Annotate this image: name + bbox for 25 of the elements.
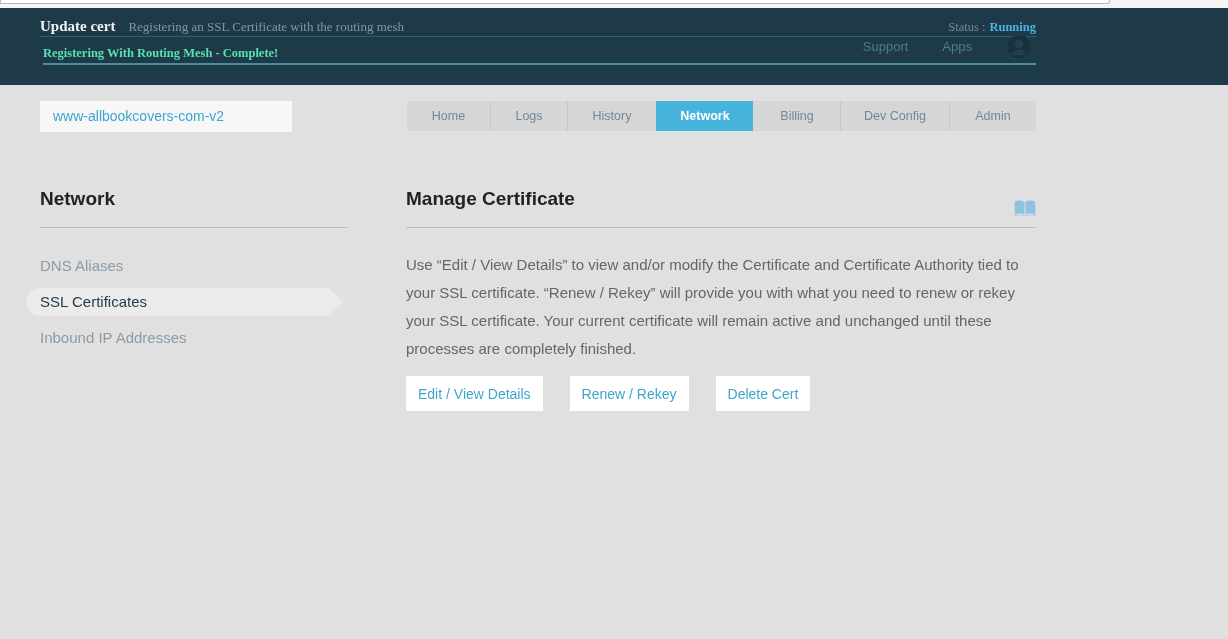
avatar-icon[interactable] [1006,34,1032,60]
nav-link[interactable]: Support [862,39,909,55]
status-label: Status : [948,20,986,35]
section-heading: Manage Certificate [406,187,575,211]
sidebar-item[interactable]: Inbound IP Addresses [26,324,343,352]
action-button[interactable]: Delete Cert [715,376,811,411]
tab[interactable]: Admin [949,101,1036,131]
tab[interactable]: Logs [490,101,567,131]
tab[interactable]: Billing [753,101,840,131]
sidebar-item[interactable]: SSL Certificates [26,288,343,316]
tab[interactable]: Network [656,101,753,131]
tab[interactable]: Home [407,101,490,131]
task-title: Update cert [40,17,116,35]
app-name-selector[interactable]: www-allbookcovers-com-v2 [40,101,292,132]
task-subtitle: Registering an SSL Certificate with the routing mesh [128,19,405,35]
description-text: Use “Edit / View Details” to view and/or modify the Certificate and Certificate Authority tied to your SSL certificate. “Renew / Rekey” will provide you with what you need to renew or rekey your SSL certificate. Your current certificate will remain active and unchanged until these processes are completely finished. [406,255,1020,359]
action-button[interactable]: Renew / Rekey [569,376,689,411]
action-button[interactable]: Edit / View Details [406,376,543,411]
nav-link[interactable]: Apps [942,39,972,55]
status-value: Running [989,20,1036,35]
sidebar-item[interactable]: DNS Aliases [26,252,343,280]
sidebar-heading: Network [40,187,116,211]
progress-message: Registering With Routing Mesh - Complete! [43,46,279,61]
book-icon[interactable] [1014,198,1036,216]
tab[interactable]: Dev Config [840,101,949,131]
